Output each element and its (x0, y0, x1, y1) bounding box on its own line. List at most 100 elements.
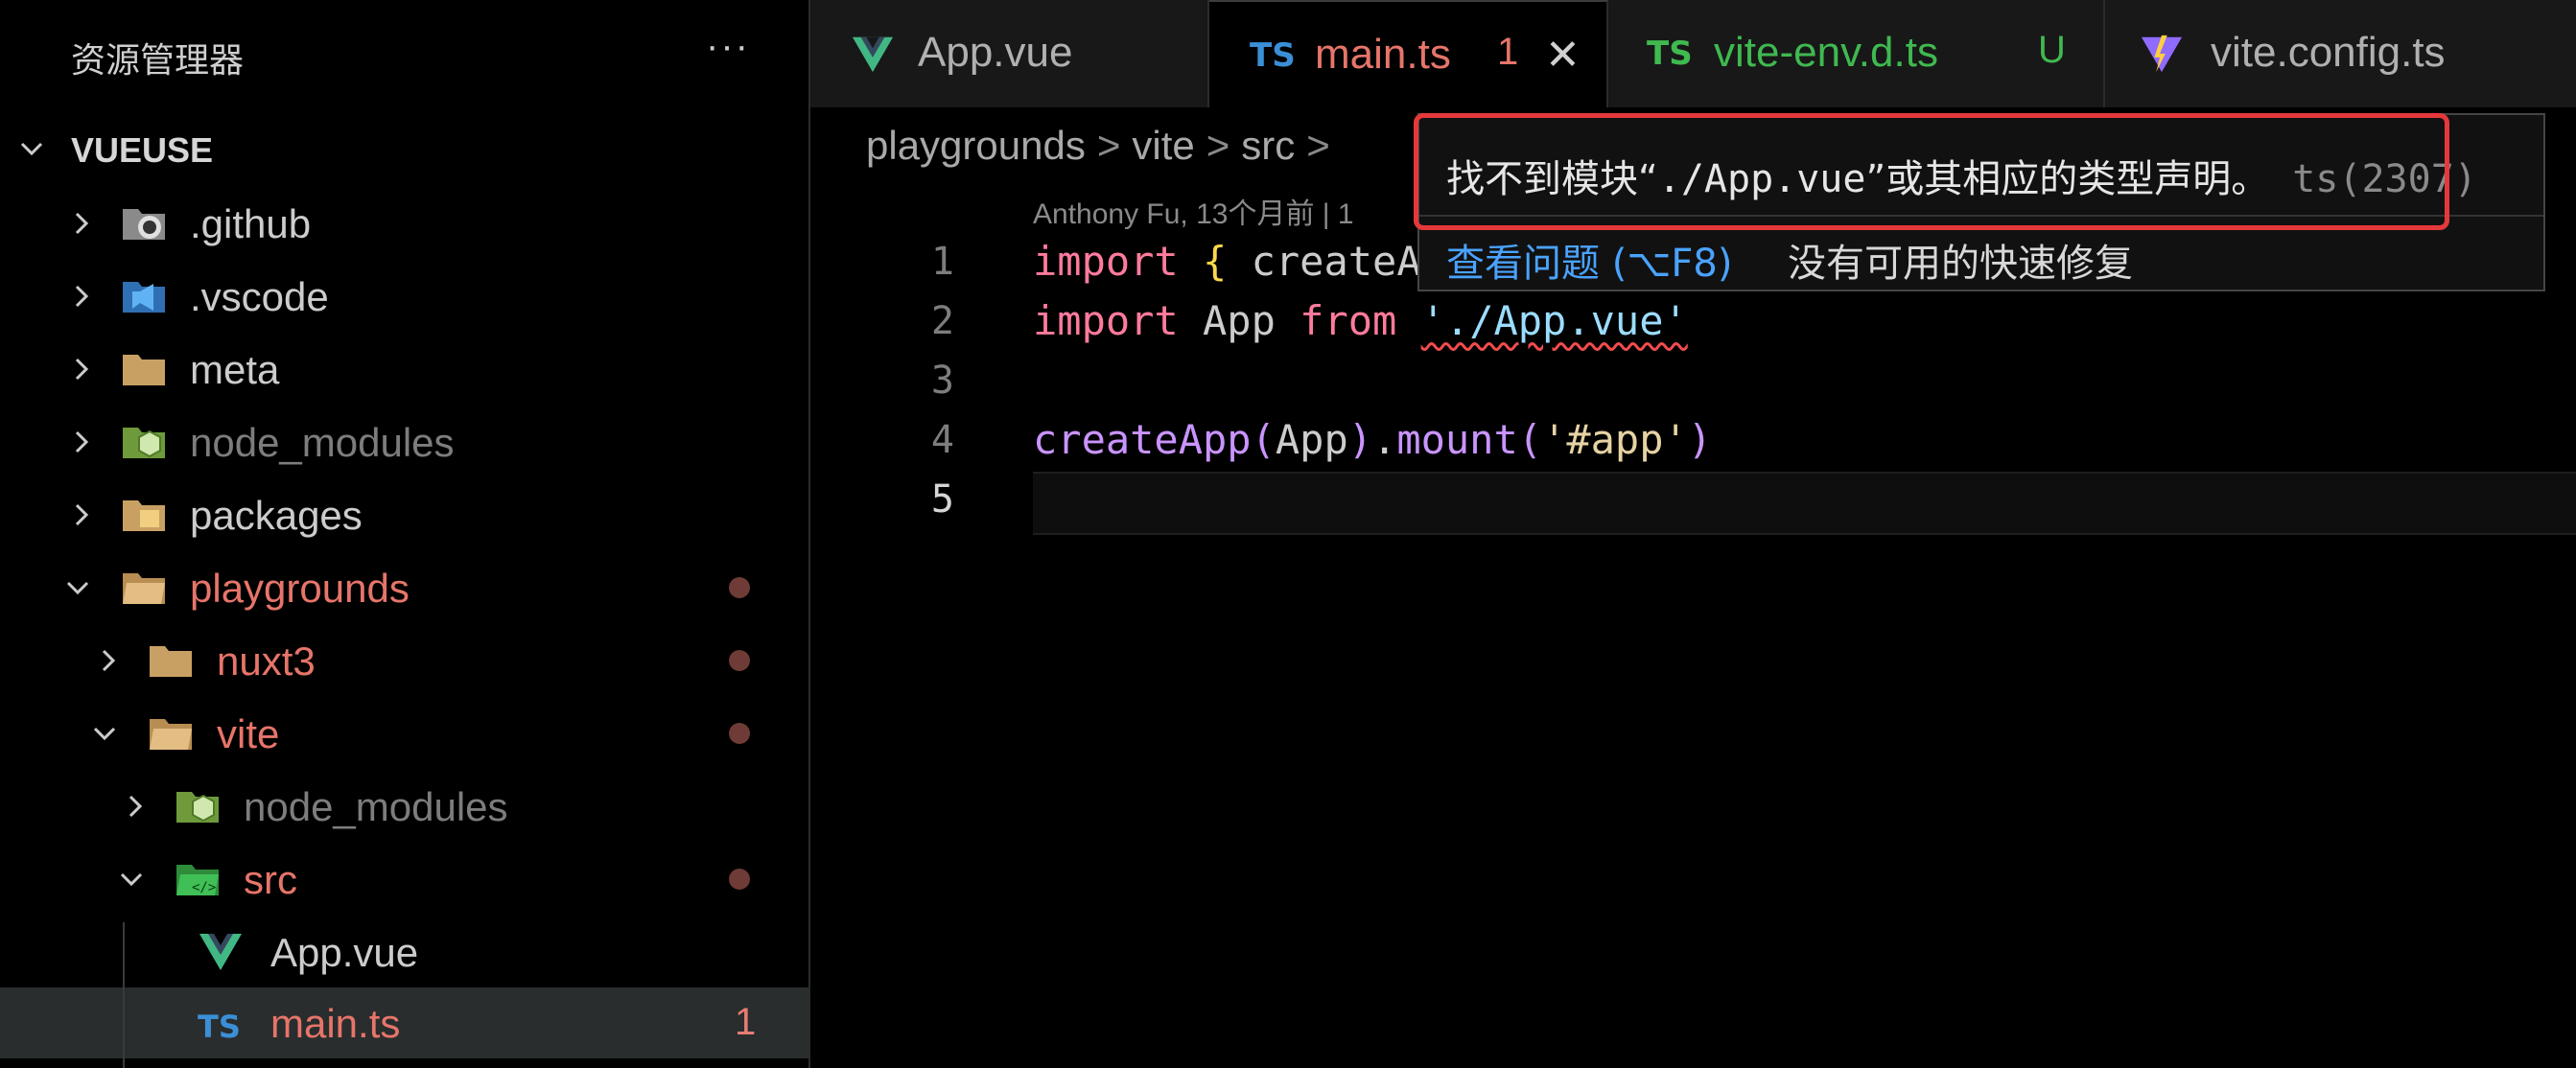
punctuation: ( (1251, 416, 1276, 463)
identifier: App (1203, 297, 1276, 344)
identifier: createA (1251, 238, 1421, 285)
tree-item-packages[interactable]: packages (0, 479, 808, 550)
identifier: App (1275, 416, 1348, 463)
vite-file-icon (2141, 35, 2183, 73)
tree-item-main-ts[interactable]: TS main.ts 1 (0, 987, 808, 1058)
tree-item-vscode[interactable]: .vscode (0, 261, 808, 332)
close-icon[interactable]: ✕ (1545, 31, 1581, 80)
error-string-literal[interactable]: './App.vue' (1421, 297, 1688, 344)
explorer-sidebar: 资源管理器 ··· VUEUSE .github .vscode meta no… (0, 0, 810, 1068)
tree-item-label: .vscode (190, 274, 329, 319)
string-literal: '#app' (1542, 416, 1688, 463)
chevron-right-icon (129, 795, 143, 818)
tree-item-label: packages (190, 493, 363, 538)
explorer-title: 资源管理器 (71, 41, 245, 81)
workspace-section-header[interactable]: VUEUSE (0, 119, 808, 180)
tree-item-vite[interactable]: vite (0, 698, 808, 769)
tree-item-label: vite (217, 711, 280, 756)
vue-file-icon (852, 36, 894, 73)
chevron-right-icon (75, 358, 89, 381)
tree-item-label: App.vue (270, 930, 419, 975)
folder-icon (123, 355, 165, 385)
tree-item-github[interactable]: .github (0, 188, 808, 259)
line-number: 3 (930, 359, 954, 403)
tree-item-label: playgrounds (190, 566, 410, 611)
more-actions-icon[interactable]: ··· (706, 25, 750, 68)
vue-file-icon (199, 934, 242, 970)
tab-label: vite.config.ts (2211, 29, 2446, 76)
chevron-down-icon (93, 727, 116, 741)
code-line-4: createApp(App).mount('#app') (1033, 416, 1712, 463)
breadcrumb-item[interactable]: playgrounds (866, 123, 1086, 168)
chevron-down-icon (20, 142, 43, 156)
chevron-right-icon: > (1306, 123, 1330, 168)
tree-item-node-modules[interactable]: node_modules (0, 406, 808, 477)
tree-item-src[interactable]: </> src (0, 844, 808, 915)
annotation-highlight-box (1414, 113, 2449, 230)
vscode-folder-icon (123, 282, 165, 313)
tab-label: main.ts (1315, 31, 1451, 78)
untracked-badge: U (2038, 29, 2066, 71)
typescript-file-icon: TS (198, 1009, 241, 1045)
view-problem-link[interactable]: 查看问题 (⌥F8) (1446, 232, 1732, 288)
tab-vite-config-ts[interactable]: vite.config.ts (2105, 0, 2576, 107)
line-number: 1 (930, 240, 954, 284)
tree-item-label: node_modules (244, 784, 508, 829)
breadcrumb-item[interactable]: vite (1132, 123, 1194, 168)
punctuation: { (1203, 238, 1228, 285)
folder-open-icon (123, 573, 165, 604)
typescript-file-icon: TS (1647, 35, 1693, 73)
punctuation: ( (1517, 416, 1543, 463)
tab-label: vite-env.d.ts (1714, 29, 1938, 76)
tree-item-nuxt3[interactable]: nuxt3 (0, 625, 808, 696)
modified-dot (729, 723, 750, 744)
chevron-right-icon: > (1206, 123, 1230, 168)
typescript-file-icon: TS (1250, 36, 1296, 75)
punctuation: . (1372, 416, 1397, 463)
tree-item-label: node_modules (190, 420, 455, 465)
node-folder-icon (123, 428, 165, 458)
punctuation: ) (1687, 416, 1713, 463)
editor-tab-bar: App.vue TS main.ts 1 ✕ TS vite-env.d.ts … (810, 0, 2576, 107)
no-quick-fix-label: 没有可用的快速修复 (1788, 242, 2133, 286)
keyword: from (1300, 297, 1397, 344)
folder-open-icon (150, 719, 192, 750)
code-line-1: import { createA (1033, 238, 1421, 285)
tree-item-node-modules-nested[interactable]: node_modules (0, 771, 808, 842)
keyword: import (1033, 238, 1179, 285)
breadcrumb-item[interactable]: src (1241, 123, 1295, 168)
tree-item-label: main.ts (270, 1001, 401, 1046)
modified-dot (729, 869, 750, 890)
keyword: import (1033, 297, 1179, 344)
chevron-right-icon (75, 212, 89, 235)
tab-main-ts[interactable]: TS main.ts 1 ✕ (1209, 0, 1608, 107)
code-line-2: import App from './App.vue' (1033, 297, 1688, 344)
tree-item-app-vue[interactable]: App.vue (0, 917, 808, 987)
modified-dot (729, 577, 750, 598)
tree-item-label: .github (190, 201, 312, 246)
tree-item-label: nuxt3 (217, 638, 316, 684)
tree-item-label: src (244, 857, 297, 902)
function-call: createApp (1033, 416, 1252, 463)
folder-icon (150, 646, 192, 677)
src-folder-icon: </> (176, 865, 219, 895)
tree-item-meta[interactable]: meta (0, 334, 808, 405)
tree-item-label: meta (190, 347, 280, 392)
problem-count: 1 (735, 1001, 757, 1043)
chevron-right-icon (75, 430, 89, 453)
git-blame-annotation[interactable]: Anthony Fu, 13个月前 | 1 (1033, 190, 1354, 232)
tab-vite-env-d-ts[interactable]: TS vite-env.d.ts U (1608, 0, 2105, 107)
chevron-right-icon: > (1096, 123, 1121, 168)
tab-app-vue[interactable]: App.vue (810, 0, 1209, 107)
current-line-highlight (1033, 472, 2576, 535)
workspace-name: VUEUSE (71, 130, 214, 170)
line-number: 4 (930, 418, 954, 462)
chevron-right-icon (75, 285, 89, 308)
tree-item-playgrounds[interactable]: playgrounds (0, 552, 808, 623)
modified-dot (729, 650, 750, 671)
indent-guide (123, 922, 125, 1068)
punctuation: ) (1347, 416, 1373, 463)
node-folder-icon (176, 792, 219, 823)
line-number: 5 (930, 477, 954, 522)
method-call: mount (1396, 416, 1518, 463)
